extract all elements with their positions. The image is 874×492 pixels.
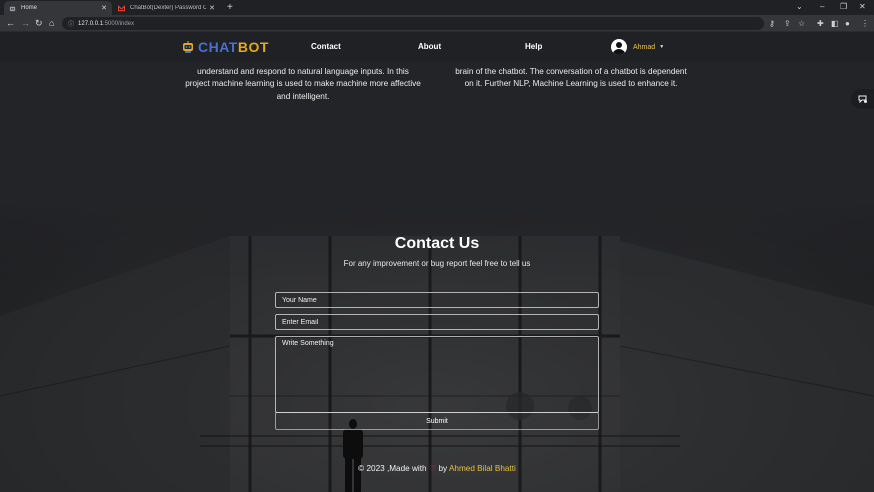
- user-name: Ahmad: [633, 43, 656, 51]
- about-text-right: brain of the chatbot. The conversation o…: [455, 67, 687, 89]
- tab-title: ChatBot(Dexter) Password Chang: [130, 5, 207, 11]
- footer-prefix: © 2023 ,Made with: [358, 464, 427, 473]
- user-menu[interactable]: Ahmad ▼: [611, 39, 664, 55]
- minimize-icon[interactable]: –: [820, 1, 824, 13]
- reload-icon[interactable]: ↻: [35, 17, 43, 29]
- brand-text-chat: CHAT: [198, 39, 238, 55]
- side-panel-icon[interactable]: ◧: [831, 18, 839, 29]
- address-bar[interactable]: ⓘ 127.0.0.1:5000/index: [62, 17, 764, 30]
- gmail-icon: [118, 4, 125, 11]
- home-icon[interactable]: ⌂: [49, 17, 54, 29]
- back-icon[interactable]: ←: [6, 17, 15, 29]
- side-float-icon[interactable]: [851, 89, 874, 109]
- key-icon[interactable]: ⚷: [769, 18, 775, 29]
- message-textarea[interactable]: [275, 336, 599, 413]
- browser-tab-bar: Home ✕ ChatBot(Dexter) Password Chang ✕ …: [0, 0, 874, 15]
- more-menu-icon[interactable]: ⋮: [861, 18, 869, 29]
- brand-text-bot: BOT: [237, 39, 269, 55]
- contact-subtitle: For any improvement or bug report feel f…: [343, 259, 531, 268]
- brand-logo[interactable]: CHAT BOT: [181, 39, 269, 55]
- site-info-icon[interactable]: ⓘ: [68, 19, 74, 28]
- web-page: CHAT BOT Contact About Help Ahmad ▼ under…: [0, 33, 874, 492]
- nav-help[interactable]: Help: [525, 42, 542, 51]
- caret-down-icon: ▼: [659, 44, 665, 50]
- url-host: 127.0.0.1: [78, 20, 104, 27]
- site-navbar: CHAT BOT Contact About Help Ahmad ▼: [0, 33, 874, 62]
- close-tab-icon[interactable]: ✕: [101, 4, 107, 12]
- share-icon[interactable]: ⇪: [784, 18, 791, 29]
- extensions-icon[interactable]: ✚: [817, 18, 824, 29]
- close-tab-icon[interactable]: ✕: [209, 4, 215, 12]
- bookmark-star-icon[interactable]: ☆: [798, 18, 805, 29]
- tab-title: Home: [21, 5, 38, 11]
- forward-icon[interactable]: →: [21, 17, 30, 29]
- nav-contact[interactable]: Contact: [311, 42, 341, 51]
- close-window-icon[interactable]: ✕: [859, 1, 866, 13]
- maximize-icon[interactable]: ❐: [840, 1, 847, 13]
- robot-icon: [183, 41, 193, 53]
- tab-home[interactable]: Home ✕: [4, 1, 112, 15]
- submit-button[interactable]: Submit: [275, 412, 599, 430]
- footer: © 2023 ,Made with ♡ by Ahmed Bilal Bhatt…: [0, 463, 874, 473]
- url-path: :5000/index: [103, 20, 135, 27]
- tab-gmail[interactable]: ChatBot(Dexter) Password Chang ✕: [113, 1, 220, 15]
- profile-avatar-icon[interactable]: ●: [845, 18, 850, 29]
- robot-favicon-icon: [9, 6, 16, 11]
- heart-icon: ♡: [428, 464, 437, 473]
- footer-author-link[interactable]: Ahmed Bilal Bhatti: [449, 464, 516, 473]
- browser-toolbar: ← → ↻ ⌂ ⓘ 127.0.0.1:5000/index ⚷ ⇪ ☆ ✚ ◧…: [0, 15, 874, 32]
- tab-search-icon[interactable]: ⌄: [796, 1, 803, 13]
- about-text-left: understand and respond to natural langua…: [185, 67, 421, 101]
- footer-by: by: [438, 464, 448, 473]
- new-tab-icon[interactable]: +: [227, 1, 233, 14]
- user-avatar-icon: [611, 39, 627, 55]
- name-input[interactable]: [275, 292, 599, 308]
- nav-about[interactable]: About: [418, 42, 441, 51]
- email-input[interactable]: [275, 314, 599, 330]
- contact-title: Contact Us: [394, 235, 480, 252]
- chat-bubble-icon: [858, 95, 867, 104]
